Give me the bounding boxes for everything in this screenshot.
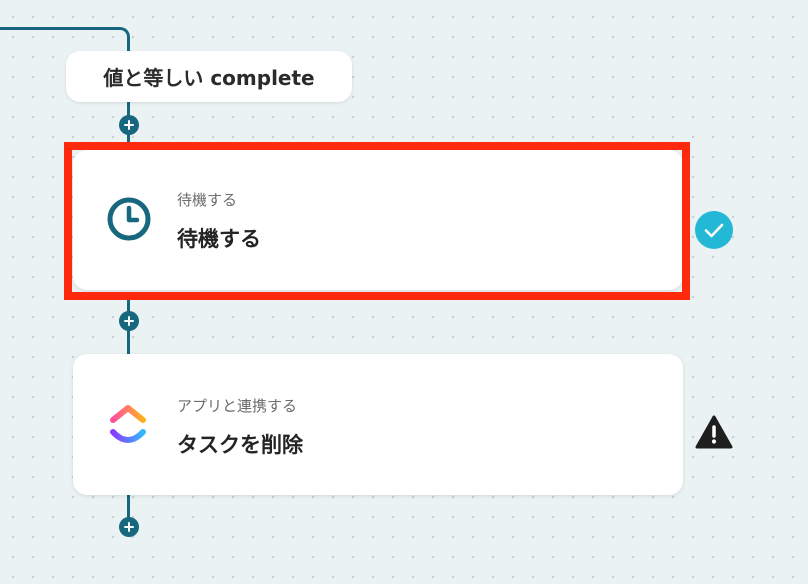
plus-icon (124, 522, 134, 532)
add-step-button[interactable] (119, 115, 139, 135)
add-step-button[interactable] (119, 517, 139, 537)
connector-top-horizontal (0, 27, 120, 30)
add-step-button[interactable] (119, 311, 139, 331)
clickup-logo-icon (110, 405, 146, 443)
condition-pill-label: 値と等しい complete (103, 66, 315, 90)
warning-icon (695, 415, 733, 449)
step-card-delete-task[interactable]: アプリと連携する タスクを削除 (73, 354, 683, 495)
plus-icon (124, 316, 134, 326)
plus-icon (124, 120, 134, 130)
check-circle-icon (695, 211, 733, 249)
condition-pill[interactable]: 値と等しい complete (66, 51, 352, 102)
connector-top-vertical (127, 38, 130, 52)
step-title: タスクを削除 (177, 433, 303, 457)
selection-highlight (64, 142, 690, 300)
step-subtitle: アプリと連携する (177, 397, 298, 415)
